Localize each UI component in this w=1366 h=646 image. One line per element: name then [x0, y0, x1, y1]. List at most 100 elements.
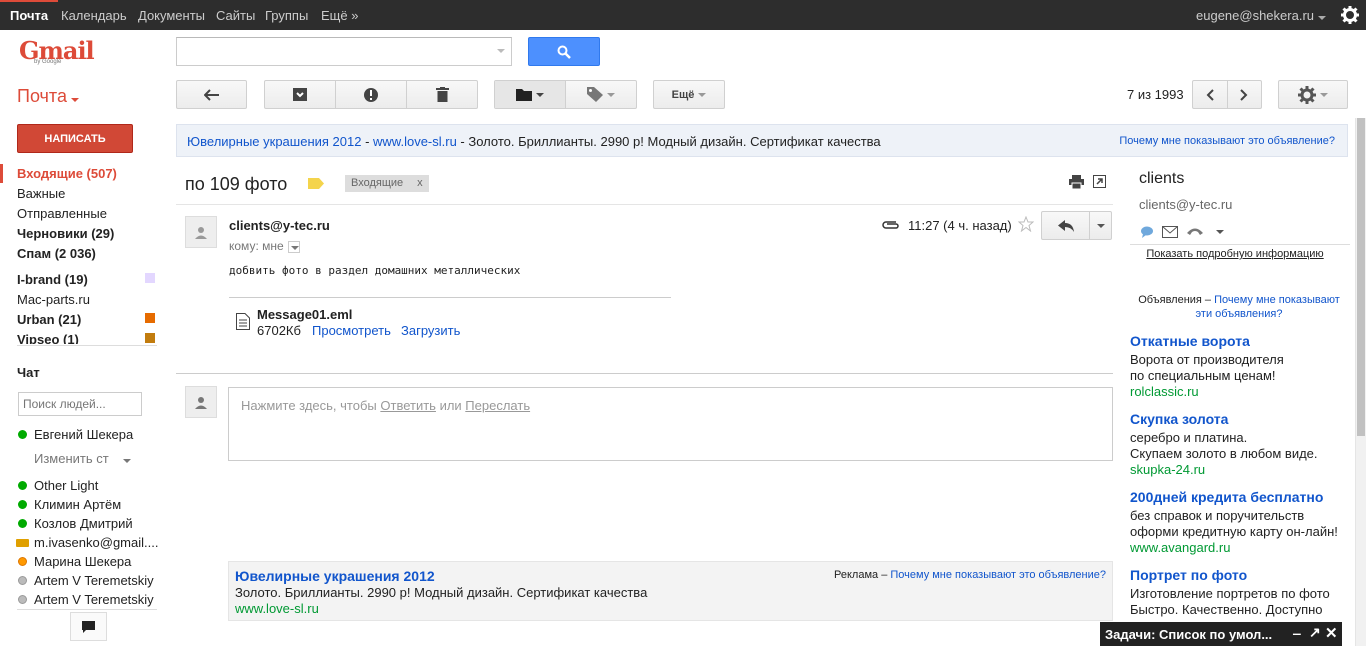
- label-vipseo[interactable]: Vipseo (1): [17, 332, 79, 344]
- reply-box[interactable]: Нажмите здесь, чтобы Ответить или Пересл…: [228, 387, 1113, 461]
- why-this-ad-link[interactable]: Почему мне показывают это объявление?: [1119, 135, 1335, 147]
- folder-inbox[interactable]: Входящие (507): [17, 166, 117, 181]
- chat-contact[interactable]: Artem V Teremetskiy: [34, 592, 154, 607]
- chat-contact[interactable]: Марина Шекера: [34, 554, 131, 569]
- labels-button[interactable]: [566, 81, 637, 108]
- compose-button[interactable]: НАПИСАТЬ: [17, 124, 133, 153]
- settings-gear-icon[interactable]: [1341, 6, 1359, 27]
- forward-link[interactable]: Переслать: [465, 398, 530, 413]
- popout-icon[interactable]: ↗: [1309, 624, 1321, 641]
- chat-contact[interactable]: Климин Артём: [34, 497, 121, 512]
- mail-dropdown[interactable]: Почта: [17, 86, 79, 107]
- search-options-icon[interactable]: [497, 49, 505, 53]
- folder-list-clip: Vipseo (1): [0, 330, 160, 344]
- reply-more-button[interactable]: [1090, 212, 1111, 239]
- attachment-download-link[interactable]: Загрузить: [401, 323, 460, 338]
- why-these-ads-link-2[interactable]: эти объявления?: [1196, 308, 1283, 320]
- tasks-title[interactable]: Задачи: Список по умол...: [1105, 627, 1272, 642]
- avatar[interactable]: [185, 216, 217, 248]
- chat-contact[interactable]: Other Light: [34, 478, 98, 493]
- nav-mail[interactable]: Почта: [0, 0, 59, 30]
- top-ad-title[interactable]: Ювелирные украшения 2012: [187, 134, 361, 149]
- reply-icon: [1057, 219, 1074, 232]
- side-ad-title[interactable]: Откатные ворота: [1130, 333, 1250, 349]
- bottom-ad-title[interactable]: Ювелирные украшения 2012: [235, 568, 435, 584]
- scrollbar[interactable]: [1355, 118, 1366, 646]
- status-selector[interactable]: Изменить ст: [34, 451, 131, 466]
- nav-groups[interactable]: Группы: [265, 0, 308, 30]
- why-these-ads-link[interactable]: Почему мне показывают: [1214, 294, 1340, 306]
- bottom-ad-url[interactable]: www.love-sl.ru: [235, 601, 319, 616]
- side-ad-url[interactable]: rolclassic.ru: [1130, 384, 1199, 399]
- nav-sites[interactable]: Сайты: [216, 0, 255, 30]
- new-window-icon[interactable]: [1093, 175, 1106, 188]
- ads-header: Объявления – Почему мне показывают эти об…: [1133, 293, 1345, 321]
- side-ad-title[interactable]: 200дней кредита бесплатно: [1130, 489, 1323, 505]
- move-to-button[interactable]: [495, 81, 566, 108]
- status-online-icon: [18, 430, 27, 439]
- top-ad-url[interactable]: www.love-sl.ru: [373, 134, 457, 149]
- account-menu[interactable]: eugene@shekera.ru: [1196, 0, 1326, 31]
- folder-drafts[interactable]: Черновики (29): [17, 226, 114, 241]
- report-spam-button[interactable]: [336, 81, 407, 108]
- inbox-label-chip: Входящие x: [345, 175, 429, 192]
- divider: [176, 204, 1113, 205]
- divider: [17, 345, 157, 346]
- chat-contact[interactable]: Козлов Дмитрий: [34, 516, 133, 531]
- newer-button[interactable]: [1228, 81, 1262, 108]
- label-mac-parts[interactable]: Mac-parts.ru: [17, 292, 90, 307]
- sender[interactable]: clients@y-tec.ru: [229, 218, 330, 233]
- older-button[interactable]: [1193, 81, 1228, 108]
- chat-contact[interactable]: Artem V Teremetskiy: [34, 573, 154, 588]
- scrollbar-thumb[interactable]: [1357, 118, 1365, 436]
- settings-button[interactable]: [1278, 80, 1348, 109]
- folder-spam[interactable]: Спам (2 036): [17, 246, 96, 261]
- chat-title: Чат: [17, 365, 40, 380]
- search-button[interactable]: [528, 37, 600, 66]
- chat-contact[interactable]: m.ivasenko@gmail....: [34, 535, 158, 550]
- details-toggle[interactable]: [287, 240, 300, 253]
- important-marker-icon[interactable]: [308, 178, 324, 189]
- search-box[interactable]: [176, 37, 512, 66]
- contact-details-link[interactable]: Показать подробную информацию: [1130, 248, 1340, 260]
- folder-sent[interactable]: Отправленные: [17, 206, 107, 221]
- attachment-name: Message01.eml: [257, 307, 353, 322]
- close-icon[interactable]: ✕: [1325, 624, 1338, 642]
- more-button[interactable]: Ещё: [653, 80, 725, 109]
- chat-self[interactable]: Евгений Шекера: [34, 427, 133, 442]
- side-ad-url[interactable]: www.avangard.ru: [1130, 540, 1230, 555]
- reply-link[interactable]: Ответить: [380, 398, 436, 413]
- why-this-ad-link[interactable]: Почему мне показывают это объявление?: [890, 569, 1106, 581]
- people-search-input[interactable]: [18, 392, 142, 416]
- star-icon[interactable]: [1018, 216, 1034, 232]
- attachment-view-link[interactable]: Просмотреть: [312, 323, 391, 338]
- delete-button[interactable]: [407, 81, 477, 108]
- archive-button[interactable]: [265, 81, 336, 108]
- side-ad-line: оформи кредитную карту он-лайн!: [1130, 524, 1338, 539]
- reply-button[interactable]: [1042, 212, 1091, 239]
- move-label-group: [494, 80, 637, 109]
- gmail-logo[interactable]: Gmail by Google: [19, 36, 95, 68]
- remove-label-button[interactable]: x: [417, 177, 423, 190]
- label-i-brand[interactable]: I-brand (19): [17, 272, 88, 287]
- side-ad-title[interactable]: Скупка золота: [1130, 411, 1228, 427]
- chat-popout-button[interactable]: [70, 612, 107, 641]
- spam-icon: [364, 87, 378, 102]
- back-button[interactable]: [176, 80, 247, 109]
- nav-more[interactable]: Ещё »: [321, 0, 358, 30]
- folder-important[interactable]: Важные: [17, 186, 65, 201]
- contact-more-icon[interactable]: [1216, 230, 1224, 234]
- chat-icon[interactable]: [1140, 226, 1154, 238]
- email-icon[interactable]: [1162, 226, 1178, 238]
- nav-calendar[interactable]: Календарь: [61, 0, 127, 30]
- more-label: Ещё: [671, 88, 695, 101]
- label-urban[interactable]: Urban (21): [17, 312, 81, 327]
- side-ad-url[interactable]: skupka-24.ru: [1130, 462, 1205, 477]
- side-ad-title[interactable]: Портрет по фото: [1130, 567, 1247, 583]
- tasks-bar[interactable]: Задачи: Список по умол... ‒ ↗ ✕: [1100, 622, 1342, 646]
- minimize-icon[interactable]: ‒: [1293, 625, 1301, 641]
- phone-icon[interactable]: [1186, 226, 1204, 236]
- search-input[interactable]: [177, 38, 477, 65]
- nav-documents[interactable]: Документы: [138, 0, 205, 30]
- print-icon[interactable]: [1069, 175, 1084, 189]
